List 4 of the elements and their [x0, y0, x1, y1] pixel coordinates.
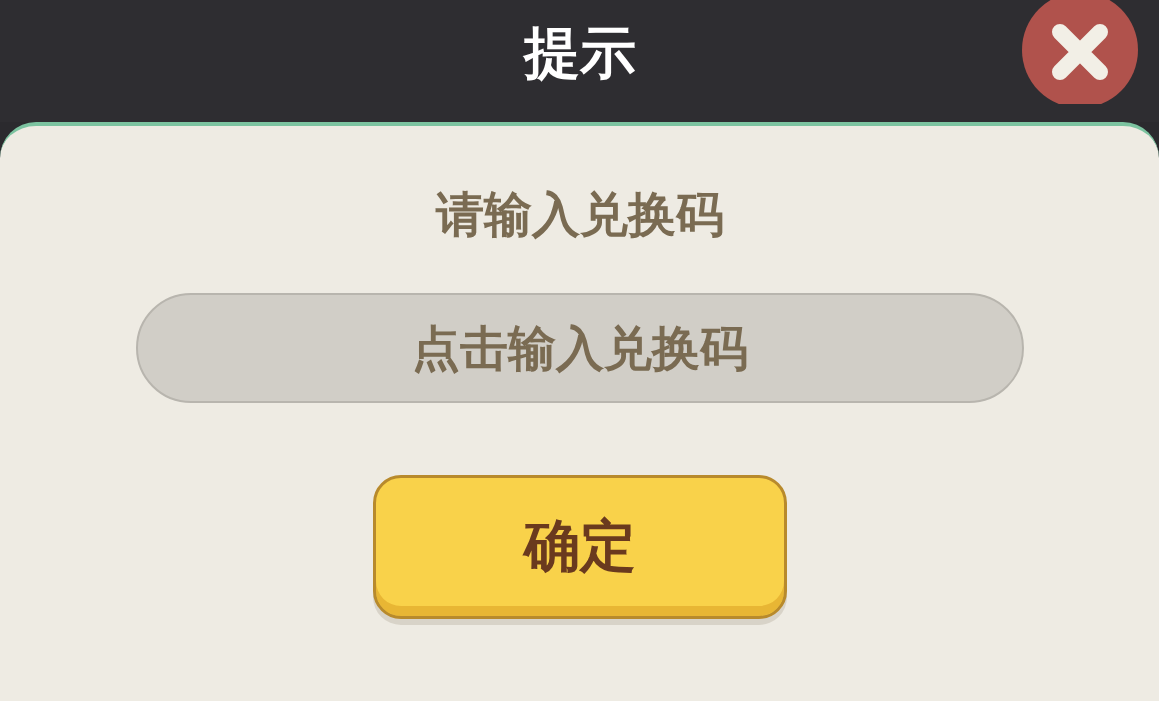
close-icon[interactable] [1020, 0, 1140, 104]
prompt-text: 请输入兑换码 [435, 188, 724, 241]
input-field[interactable]: 点击输入兑换码 [135, 292, 1024, 403]
dialog-title: 提示 [523, 22, 636, 84]
